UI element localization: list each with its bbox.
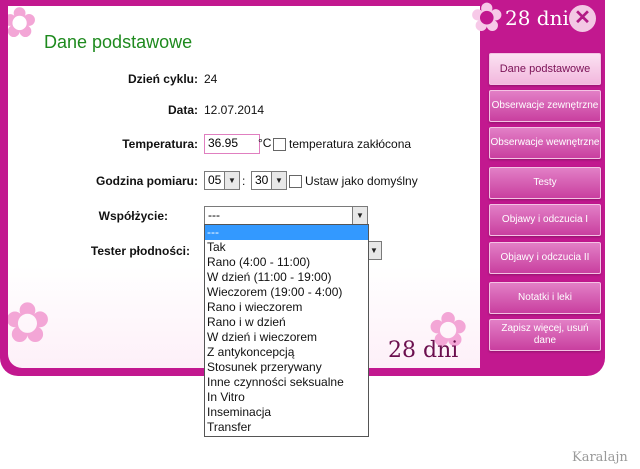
flower-decoration-icon: ✿ (470, 0, 504, 41)
dropdown-option[interactable]: Rano (4:00 - 11:00) (205, 255, 368, 270)
sidebar-item-obserwacje-wewnetrzne[interactable]: Obserwacje wewnętrzne (489, 127, 601, 159)
watermark: Karalajn (572, 450, 628, 465)
sidebar-item-dane-podstawowe[interactable]: Dane podstawowe (489, 53, 601, 85)
set-default-checkbox[interactable] (289, 175, 302, 188)
date-label: Data: (167, 103, 198, 117)
app-logo-bottom: 28 dni (388, 338, 459, 363)
dropdown-option[interactable]: Z antykoncepcją (205, 345, 368, 360)
dropdown-option[interactable]: Inne czynności seksualne (205, 375, 368, 390)
temperature-input[interactable]: 36.95 (204, 134, 260, 154)
flower-decoration-icon: ✿ (8, 291, 51, 356)
sidebar-item-obserwacje-zewnetrzne[interactable]: Obserwacje zewnętrzne (489, 90, 601, 122)
dropdown-option[interactable]: Transfer (205, 420, 368, 435)
dropdown-option[interactable]: Inseminacja (205, 405, 368, 420)
sidebar-item-testy[interactable]: Testy (489, 167, 601, 199)
time-separator: : (242, 174, 246, 188)
sidebar-item-notatki[interactable]: Notatki i leki (489, 282, 601, 314)
dropdown-option[interactable]: Tak (205, 240, 368, 255)
minute-value: 30 (255, 173, 269, 187)
set-default-label: Ustaw jako domyślny (305, 174, 418, 188)
intercourse-select[interactable]: --- ▼ (204, 206, 368, 225)
sidebar-item-objawy-2[interactable]: Objawy i odczucia II (489, 242, 601, 274)
measure-time-label: Godzina pomiaru: (96, 174, 198, 188)
minute-select[interactable]: 30 ▼ (251, 171, 287, 190)
flower-decoration-icon: ✿ (8, 6, 38, 47)
close-icon[interactable]: ✕ (569, 5, 596, 32)
hour-value: 05 (208, 173, 222, 187)
temperature-disturbed-checkbox[interactable] (273, 138, 286, 151)
dropdown-option[interactable]: Rano i w dzień (205, 315, 368, 330)
app-logo-top: 28 dni (505, 6, 569, 30)
dropdown-option[interactable]: --- (205, 225, 368, 240)
fertility-tester-label: Tester płodności: (90, 244, 190, 258)
dropdown-option[interactable]: Wieczorem (19:00 - 4:00) (205, 285, 368, 300)
intercourse-label: Współżycie: (98, 209, 168, 223)
date-value: 12.07.2014 (204, 103, 265, 117)
sidebar-item-zapisz[interactable]: Zapisz więcej, usuń dane (489, 319, 601, 351)
chevron-down-icon[interactable]: ▼ (352, 207, 367, 224)
intercourse-dropdown-list: --- Tak Rano (4:00 - 11:00) W dzień (11:00 … (204, 224, 369, 437)
sidebar-item-objawy-1[interactable]: Objawy i odczucia I (489, 204, 601, 236)
dropdown-option[interactable]: W dzień (11:00 - 19:00) (205, 270, 368, 285)
intercourse-value: --- (208, 208, 220, 222)
dropdown-option[interactable]: In Vitro (205, 390, 368, 405)
cycle-day-value: 24 (204, 72, 218, 86)
chevron-down-icon[interactable]: ▼ (271, 172, 286, 189)
hour-select[interactable]: 05 ▼ (204, 171, 240, 190)
dropdown-option[interactable]: Rano i wieczorem (205, 300, 368, 315)
page-title: Dane podstawowe (44, 32, 193, 52)
cycle-day-label: Dzień cyklu: (127, 72, 198, 86)
dropdown-option[interactable]: Stosunek przerywany (205, 360, 368, 375)
temperature-unit: °C (258, 136, 272, 150)
chevron-down-icon[interactable]: ▼ (224, 172, 239, 189)
temperature-label: Temperatura: (122, 137, 198, 151)
dropdown-option[interactable]: W dzień i wieczorem (205, 330, 368, 345)
temperature-disturbed-label: temperatura zakłócona (289, 137, 412, 151)
